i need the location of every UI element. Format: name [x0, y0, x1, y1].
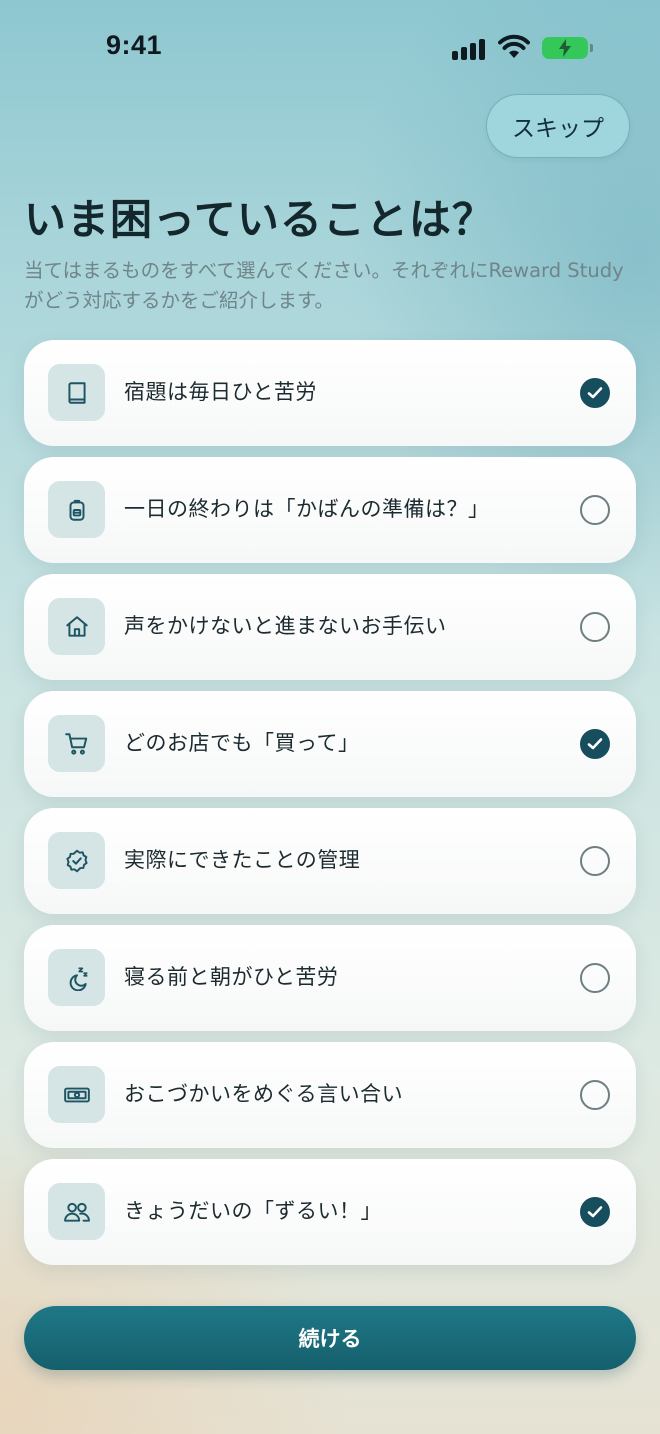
- users-icon: [48, 1183, 105, 1240]
- option-shopping[interactable]: どのお店でも「買って」: [24, 691, 636, 797]
- wifi-icon: [498, 34, 530, 58]
- checkbox-unchecked[interactable]: [580, 612, 610, 642]
- status-time: 9:41: [106, 30, 163, 60]
- option-allowance[interactable]: おこづかいをめぐる言い合い: [24, 1042, 636, 1148]
- checkbox-checked[interactable]: [580, 729, 610, 759]
- banknote-icon: [48, 1066, 105, 1123]
- book-icon: [48, 364, 105, 421]
- badge-check-icon: [48, 832, 105, 889]
- battery-charging-icon: [542, 37, 593, 59]
- continue-button[interactable]: 続ける: [24, 1306, 636, 1370]
- option-tracking[interactable]: 実際にできたことの管理: [24, 808, 636, 914]
- option-chores[interactable]: 声をかけないと進まないお手伝い: [24, 574, 636, 680]
- checkbox-checked[interactable]: [580, 378, 610, 408]
- checkbox-unchecked[interactable]: [580, 1080, 610, 1110]
- option-backpack[interactable]: 一日の終わりは「かばんの準備は？」: [24, 457, 636, 563]
- checkbox-unchecked[interactable]: [580, 963, 610, 993]
- option-siblings[interactable]: きょうだいの「ずるい！」: [24, 1159, 636, 1265]
- moon-sleep-icon: [48, 949, 105, 1006]
- home-icon: [48, 598, 105, 655]
- option-label: 一日の終わりは「かばんの準備は？」: [124, 497, 490, 521]
- option-label: 実際にできたことの管理: [124, 848, 361, 872]
- option-label: 声をかけないと進まないお手伝い: [124, 614, 447, 638]
- backpack-icon: [48, 481, 105, 538]
- cellular-signal-icon: [452, 38, 488, 60]
- option-label: どのお店でも「買って」: [124, 731, 360, 755]
- option-homework[interactable]: 宿題は毎日ひと苦労: [24, 340, 636, 446]
- status-bar: 9:41: [0, 0, 660, 96]
- page-subtitle: 当てはまるものをすべて選んでください。それぞれにReward Studyがどう対…: [24, 259, 624, 312]
- option-bedtime[interactable]: 寝る前と朝がひと苦労: [24, 925, 636, 1031]
- page-title: いま困っていることは？: [24, 195, 495, 244]
- option-label: おこづかいをめぐる言い合い: [124, 1082, 404, 1106]
- option-label: きょうだいの「ずるい！」: [124, 1199, 382, 1223]
- cart-icon: [48, 715, 105, 772]
- checkbox-checked[interactable]: [580, 1197, 610, 1227]
- skip-button[interactable]: スキップ: [486, 94, 630, 158]
- checkbox-unchecked[interactable]: [580, 846, 610, 876]
- checkbox-unchecked[interactable]: [580, 495, 610, 525]
- option-label: 寝る前と朝がひと苦労: [124, 965, 339, 989]
- option-label: 宿題は毎日ひと苦労: [124, 380, 317, 404]
